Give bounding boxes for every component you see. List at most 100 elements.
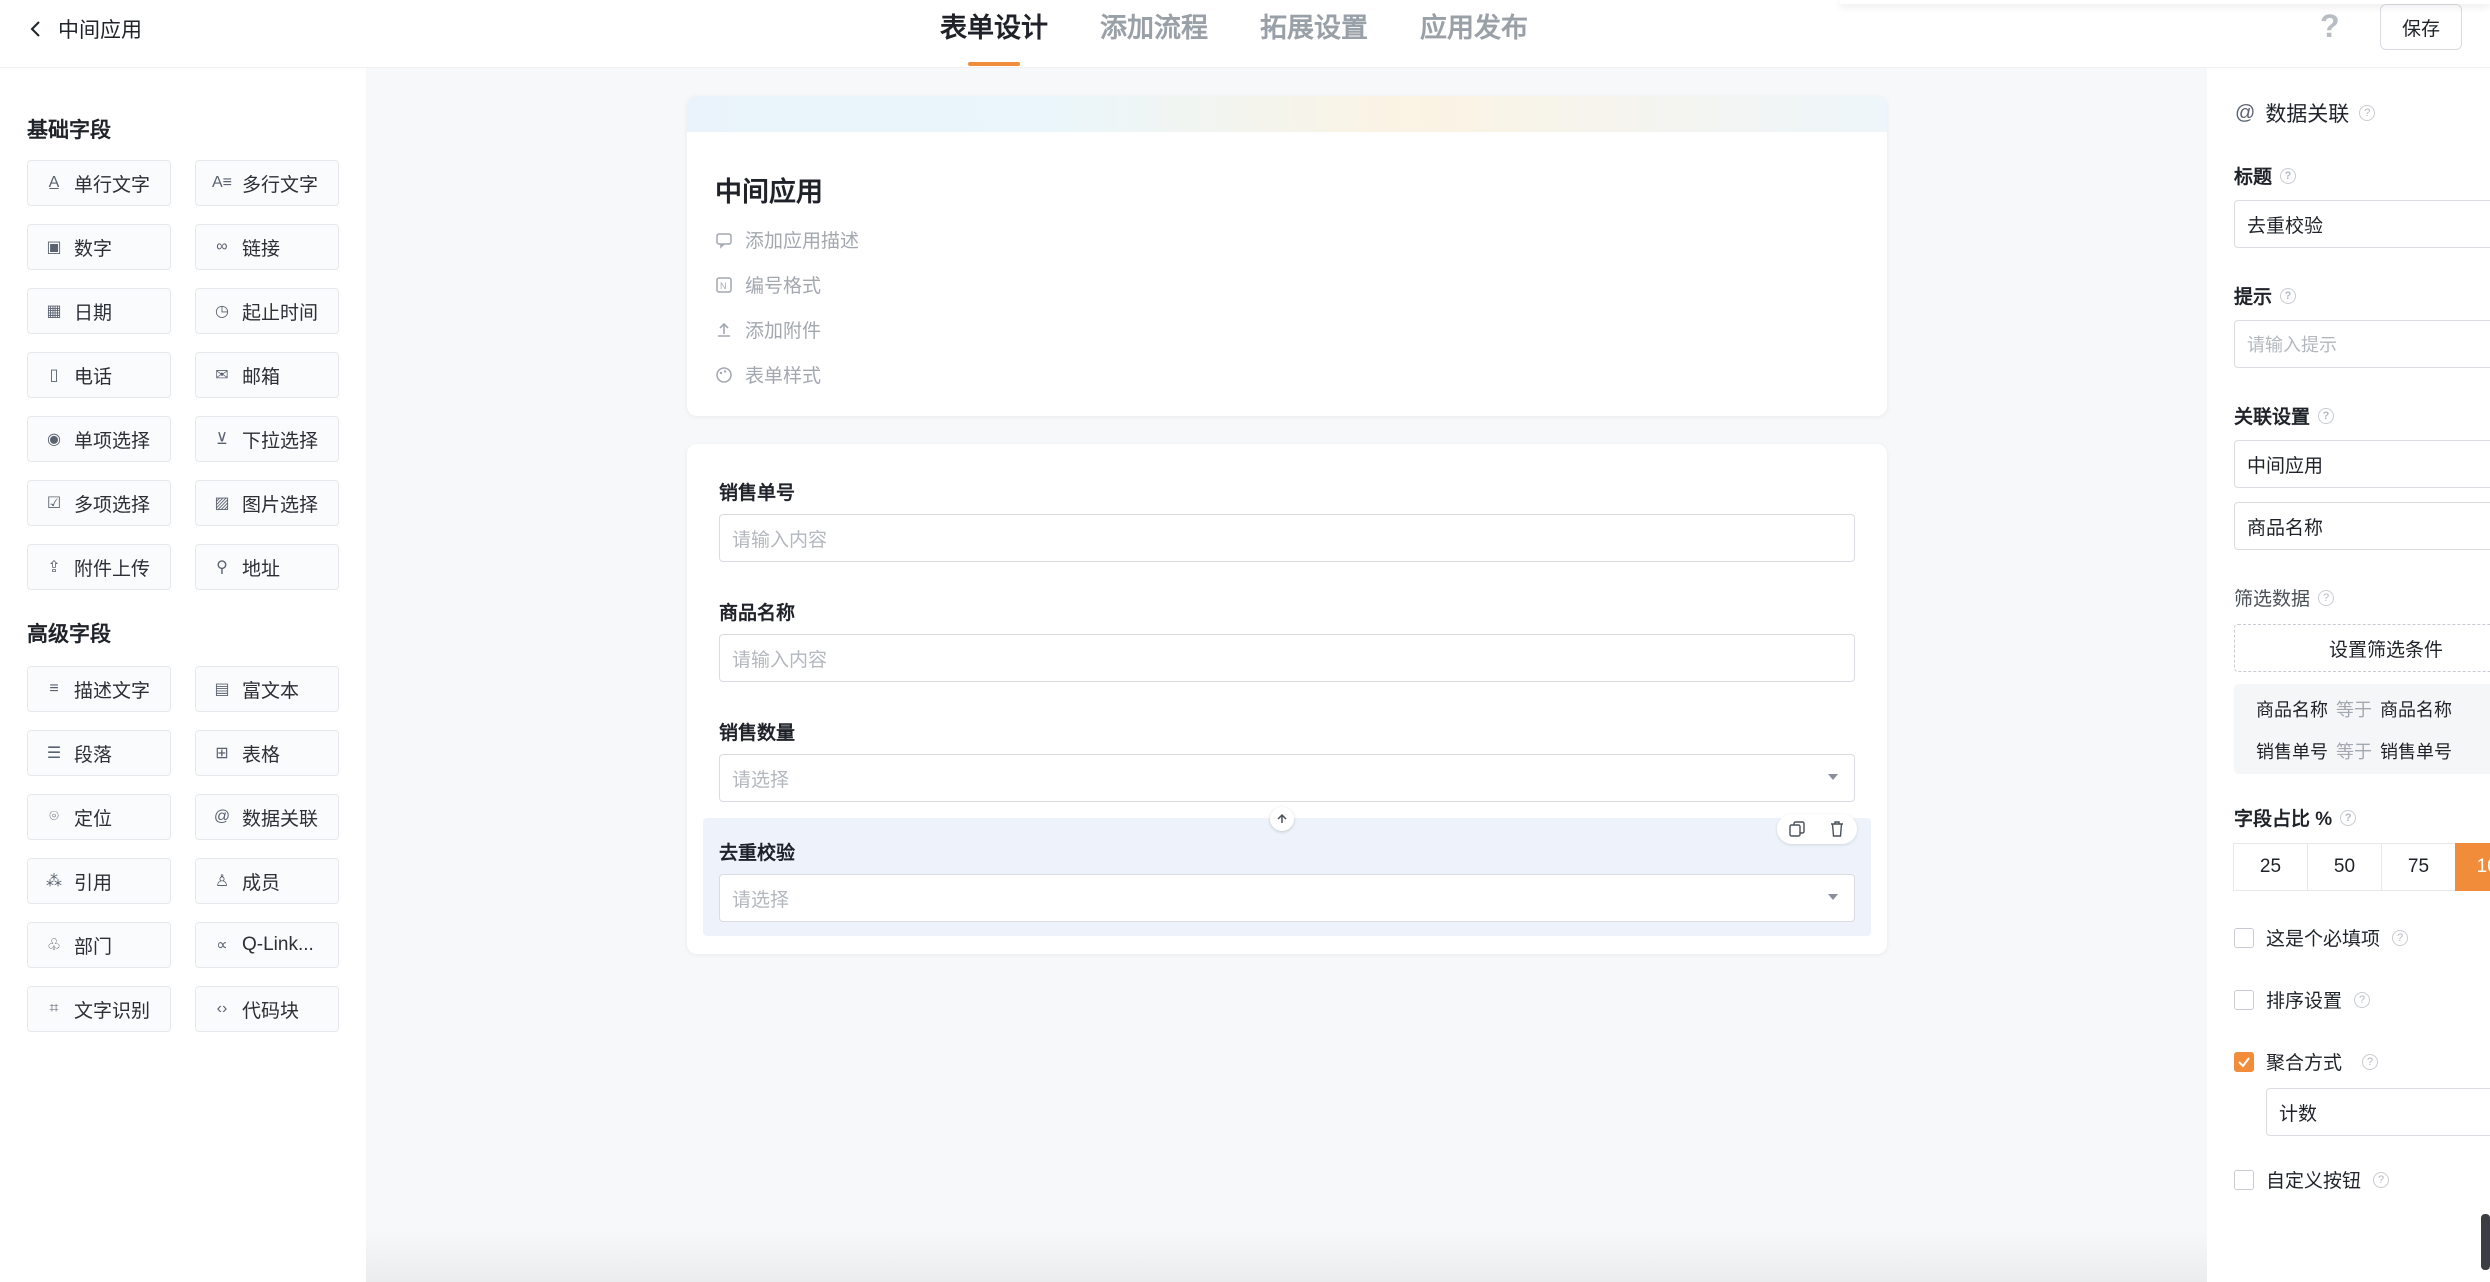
field-label: 商品名称 — [719, 603, 796, 624]
link-field-select[interactable]: 商品名称 — [2234, 502, 2490, 550]
tab-publish[interactable]: 应用发布 — [1420, 0, 1528, 66]
tab-add-flow[interactable]: 添加流程 — [1100, 0, 1208, 66]
field-code-block[interactable]: ‹› 代码块 — [195, 986, 339, 1032]
trash-icon[interactable] — [1828, 820, 1846, 838]
arrow-up-icon — [1277, 813, 1287, 823]
field-single-line-text[interactable]: A̲ 单行文字 — [27, 160, 171, 206]
help-circle-icon[interactable]: ? — [2392, 929, 2409, 946]
field-link[interactable]: ∞ 链接 — [195, 224, 339, 270]
save-button[interactable]: 保存 — [2380, 4, 2462, 50]
sales-order-input[interactable]: 请输入内容 — [719, 514, 1855, 562]
field-rich-text[interactable]: ▤ 富文本 — [195, 666, 339, 712]
help-circle-icon[interactable]: ? — [2362, 1053, 2379, 1070]
comment-icon — [716, 232, 732, 249]
filter-conditions[interactable]: 商品名称 等于 商品名称 销售单号 等于 销售单号 — [2234, 684, 2490, 774]
field-qlink[interactable]: ∝ Q-Link... — [195, 922, 339, 968]
required-checkbox[interactable]: 这是个必填项 ? — [2234, 924, 2409, 951]
help-circle-icon[interactable]: ? — [2373, 1171, 2390, 1188]
add-description-link[interactable]: 添加应用描述 — [715, 226, 859, 253]
help-circle-icon[interactable]: ? — [2318, 589, 2335, 606]
multiline-text-icon: A≡ — [212, 174, 233, 191]
field-phone[interactable]: ▯ 电话 — [27, 352, 171, 398]
back-button[interactable]: 中间应用 — [26, 14, 142, 44]
reference-icon: ⁂ — [46, 873, 62, 890]
paragraph-icon: ☰ — [46, 745, 62, 762]
field-single-select[interactable]: ◉ 单项选择 — [27, 416, 171, 462]
ratio-option-selected[interactable]: 100 — [2455, 843, 2490, 891]
help-icon[interactable]: ? — [2320, 8, 2340, 45]
filter-condition: 销售单号 等于 销售单号 — [2256, 742, 2452, 762]
copy-icon[interactable] — [1788, 820, 1806, 838]
field-address[interactable]: ⚲ 地址 — [195, 544, 339, 590]
chevron-left-icon — [30, 21, 40, 37]
field-member[interactable]: ♙ 成员 — [195, 858, 339, 904]
link-app-select[interactable]: 中间应用 — [2234, 440, 2490, 488]
check-icon — [2238, 1056, 2250, 1068]
set-filter-button[interactable]: 设置筛选条件 — [2234, 624, 2490, 672]
field-image-select[interactable]: ▨ 图片选择 — [195, 480, 339, 526]
help-circle-icon[interactable]: ? — [2359, 105, 2376, 121]
field-data-link[interactable]: @ 数据关联 — [195, 794, 339, 840]
text-icon: A̲ — [48, 174, 60, 191]
member-icon: ♙ — [214, 873, 230, 890]
help-circle-icon[interactable]: ? — [2354, 991, 2371, 1008]
field-paragraph[interactable]: ☰ 段落 — [27, 730, 171, 776]
code-icon: ‹› — [216, 1000, 228, 1017]
checkbox-checked[interactable] — [2234, 1051, 2254, 1072]
address-icon: ⚲ — [216, 559, 228, 576]
richtext-icon: ▤ — [214, 681, 230, 698]
hint-label: 提示 ? — [2234, 282, 2297, 309]
field-table[interactable]: ⊞ 表格 — [195, 730, 339, 776]
canvas-bottom-fade — [366, 1230, 2207, 1282]
field-department[interactable]: ♧ 部门 — [27, 922, 171, 968]
sort-settings-checkbox[interactable]: 排序设置 ? — [2234, 986, 2371, 1013]
aggregate-select[interactable]: 计数 — [2266, 1088, 2490, 1136]
form-style-link[interactable]: 表单样式 — [715, 361, 821, 388]
radio-icon: ◉ — [47, 431, 61, 448]
scrollbar-handle[interactable] — [2481, 1214, 2490, 1270]
custom-button-checkbox[interactable]: 自定义按钮 ? — [2234, 1166, 2390, 1193]
help-circle-icon[interactable]: ? — [2340, 809, 2357, 826]
field-number[interactable]: ▣ 数字 — [27, 224, 171, 270]
sales-quantity-select[interactable]: 请选择 — [719, 754, 1855, 802]
ratio-option[interactable]: 50 — [2307, 843, 2382, 891]
checkbox[interactable] — [2234, 989, 2254, 1010]
product-name-input[interactable]: 请输入内容 — [719, 634, 1855, 682]
field-mail[interactable]: ✉ 邮箱 — [195, 352, 339, 398]
form-title[interactable]: 中间应用 — [715, 170, 823, 209]
department-icon: ♧ — [46, 937, 62, 954]
step-tabs: 表单设计 添加流程 拓展设置 应用发布 — [940, 0, 1528, 66]
checkbox[interactable] — [2234, 927, 2254, 948]
field-palette: 基础字段 A̲ 单行文字 A≡ 多行文字 ▣ 数字 ∞ 链接 ▦ 日期 ◷ 起止时间 ▯ 电话… — [0, 68, 366, 1282]
field-dropdown[interactable]: ⊻ 下拉选择 — [195, 416, 339, 462]
help-circle-icon[interactable]: ? — [2280, 167, 2297, 184]
tab-extend-settings[interactable]: 拓展设置 — [1260, 0, 1368, 66]
basic-fields-title: 基础字段 — [27, 119, 111, 142]
title-input[interactable]: 去重校验 — [2234, 200, 2490, 248]
upload-icon: ⇪ — [47, 559, 61, 576]
location-icon: ⌾ — [49, 808, 59, 825]
checkbox[interactable] — [2234, 1169, 2254, 1190]
field-attachment[interactable]: ⇪ 附件上传 — [27, 544, 171, 590]
add-attachment-link[interactable]: 添加附件 — [715, 316, 821, 343]
help-circle-icon[interactable]: ? — [2318, 407, 2335, 424]
dedup-check-select[interactable]: 请选择 — [719, 874, 1855, 922]
ratio-option[interactable]: 75 — [2381, 843, 2456, 891]
ratio-option[interactable]: 25 — [2233, 843, 2308, 891]
aggregate-checkbox[interactable]: 聚合方式 ? — [2234, 1048, 2379, 1075]
field-location[interactable]: ⌾ 定位 — [27, 794, 171, 840]
help-circle-icon[interactable]: ? — [2280, 287, 2297, 304]
field-reference[interactable]: ⁂ 引用 — [27, 858, 171, 904]
field-multi-select[interactable]: ☑ 多项选择 — [27, 480, 171, 526]
hint-input[interactable]: 请输入提示 — [2234, 320, 2490, 368]
field-multi-line-text[interactable]: A≡ 多行文字 — [195, 160, 339, 206]
move-up-button[interactable] — [1270, 807, 1294, 831]
field-ocr[interactable]: ⌗ 文字识别 — [27, 986, 171, 1032]
number-format-link[interactable]: N 编号格式 — [715, 271, 821, 298]
field-description[interactable]: ≡ 描述文字 — [27, 666, 171, 712]
mail-icon: ✉ — [215, 367, 229, 384]
dropdown-icon: ⊻ — [216, 431, 228, 448]
field-date[interactable]: ▦ 日期 — [27, 288, 171, 334]
tab-form-design[interactable]: 表单设计 — [940, 0, 1048, 66]
field-time-range[interactable]: ◷ 起止时间 — [195, 288, 339, 334]
